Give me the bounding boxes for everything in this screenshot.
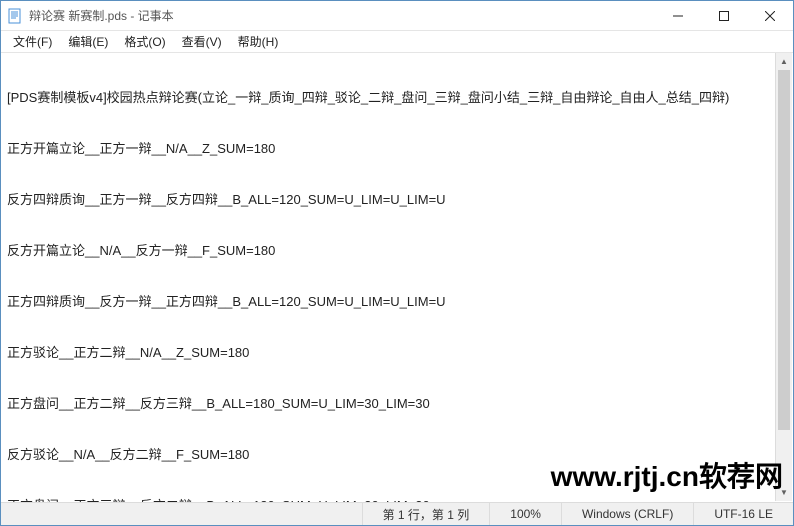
window-controls xyxy=(655,1,793,30)
text-line: 正方盘问__正方三辩__反方二辩__B_ALL=180_SUM=U_LIM=30… xyxy=(7,497,787,502)
status-encoding: UTF-16 LE xyxy=(693,503,793,525)
menu-file[interactable]: 文件(F) xyxy=(7,31,58,52)
scrollbar-thumb[interactable] xyxy=(778,70,790,430)
text-line: 反方四辩质询__正方一辩__反方四辩__B_ALL=120_SUM=U_LIM=… xyxy=(7,191,787,208)
close-button[interactable] xyxy=(747,1,793,30)
status-zoom: 100% xyxy=(489,503,561,525)
notepad-window: 辩论赛 新赛制.pds - 记事本 文件(F) 编辑(E) 格式(O) 查看(V… xyxy=(0,0,794,526)
statusbar: 第 1 行，第 1 列 100% Windows (CRLF) UTF-16 L… xyxy=(1,502,793,525)
minimize-button[interactable] xyxy=(655,1,701,30)
status-line-ending: Windows (CRLF) xyxy=(561,503,693,525)
menu-view[interactable]: 查看(V) xyxy=(176,31,228,52)
text-area[interactable]: [PDS赛制模板v4]校园热点辩论赛(立论_一辩_质询_四辩_驳论_二辩_盘问_… xyxy=(1,53,793,502)
window-title: 辩论赛 新赛制.pds - 记事本 xyxy=(29,7,655,24)
vertical-scrollbar[interactable]: ▲ ▼ xyxy=(775,53,792,501)
maximize-button[interactable] xyxy=(701,1,747,30)
text-line: 正方开篇立论__正方一辩__N/A__Z_SUM=180 xyxy=(7,140,787,157)
status-cursor-position: 第 1 行，第 1 列 xyxy=(362,503,490,525)
text-line: 正方驳论__正方二辩__N/A__Z_SUM=180 xyxy=(7,344,787,361)
menu-format[interactable]: 格式(O) xyxy=(118,31,171,52)
text-line: 正方盘问__正方二辩__反方三辩__B_ALL=180_SUM=U_LIM=30… xyxy=(7,395,787,412)
app-icon xyxy=(7,8,23,24)
text-line: [PDS赛制模板v4]校园热点辩论赛(立论_一辩_质询_四辩_驳论_二辩_盘问_… xyxy=(7,89,787,106)
menu-help[interactable]: 帮助(H) xyxy=(232,31,285,52)
text-line: 反方开篇立论__N/A__反方一辩__F_SUM=180 xyxy=(7,242,787,259)
text-line: 正方四辩质询__反方一辩__正方四辩__B_ALL=120_SUM=U_LIM=… xyxy=(7,293,787,310)
menubar: 文件(F) 编辑(E) 格式(O) 查看(V) 帮助(H) xyxy=(1,31,793,53)
titlebar[interactable]: 辩论赛 新赛制.pds - 记事本 xyxy=(1,1,793,31)
watermark-text: www.rjtj.cn软荐网 xyxy=(551,455,783,495)
menu-edit[interactable]: 编辑(E) xyxy=(62,31,114,52)
scroll-up-arrow-icon[interactable]: ▲ xyxy=(776,53,792,70)
